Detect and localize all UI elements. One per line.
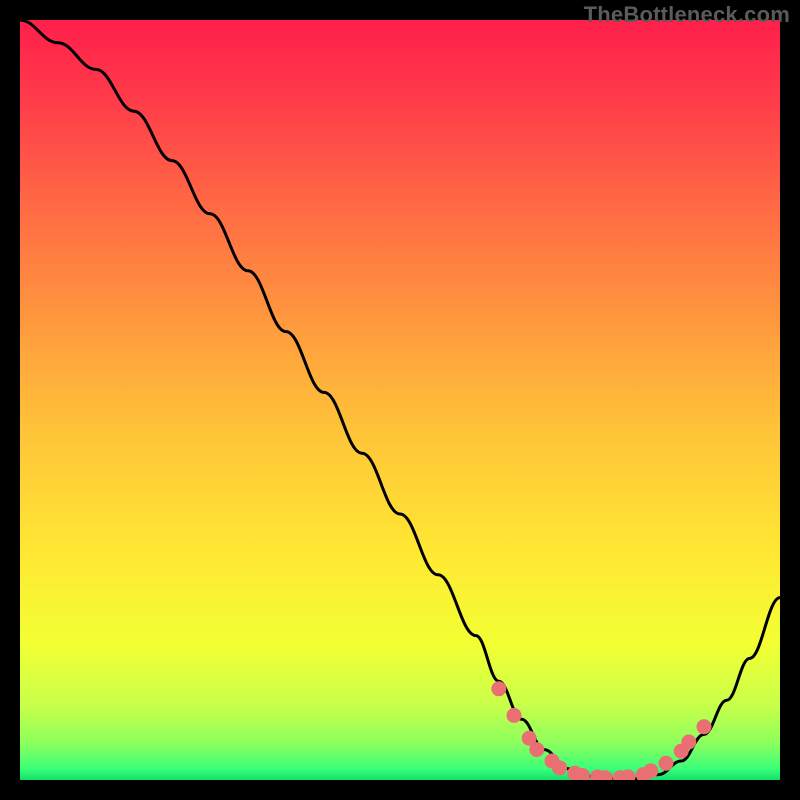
gradient-background — [20, 20, 780, 780]
optimal-dot — [681, 735, 696, 750]
optimal-dot — [507, 708, 522, 723]
optimal-dot — [643, 763, 658, 778]
bottleneck-chart — [20, 20, 780, 780]
optimal-dot — [697, 719, 712, 734]
optimal-dot — [529, 742, 544, 757]
watermark-text: TheBottleneck.com — [584, 2, 790, 28]
optimal-dot — [552, 760, 567, 775]
optimal-dot — [491, 681, 506, 696]
optimal-dot — [659, 756, 674, 771]
